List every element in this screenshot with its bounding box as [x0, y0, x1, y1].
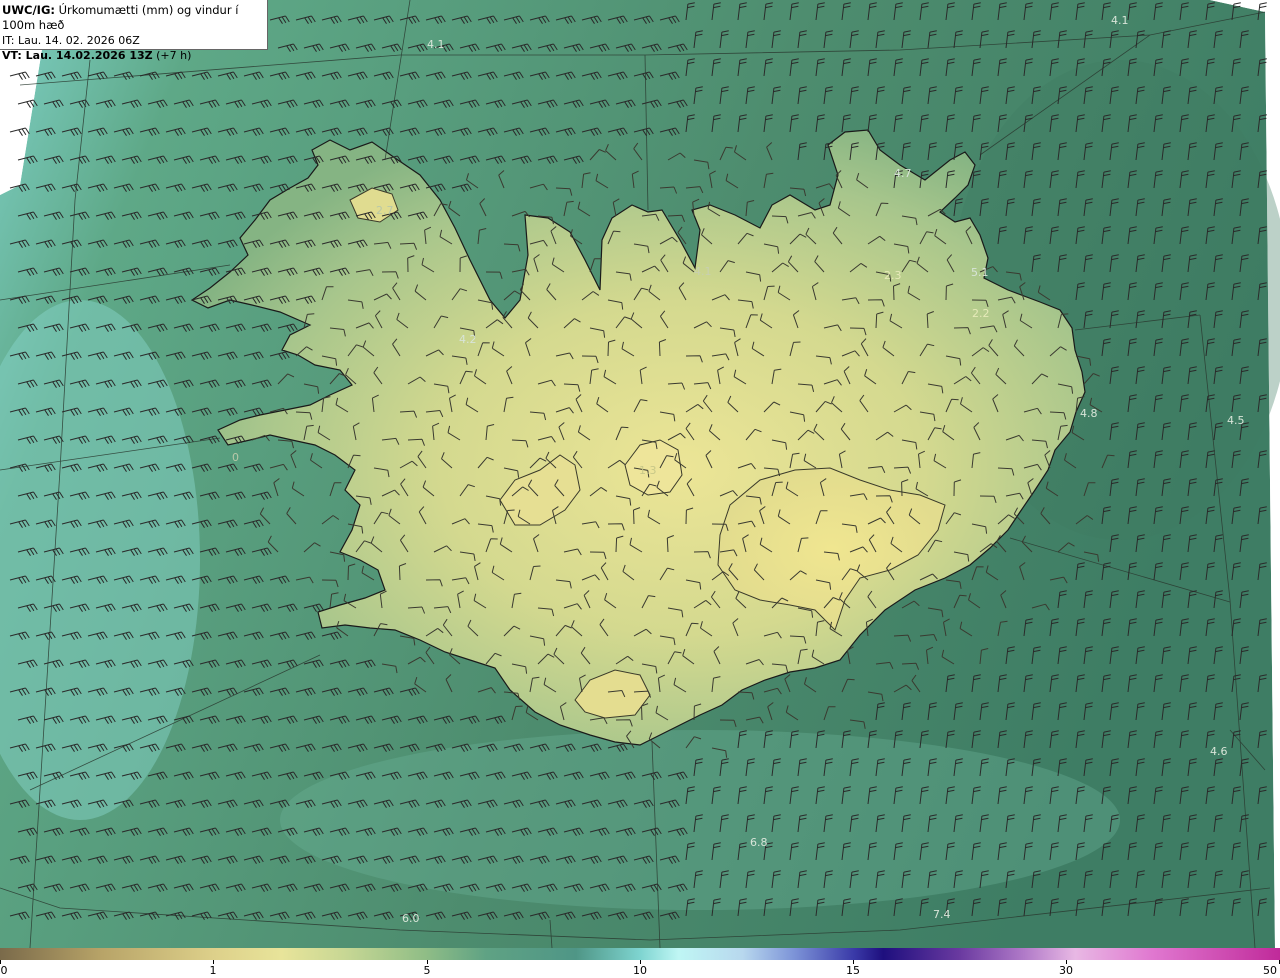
precipitation-wind-map: 4.1 4.1 4.7 2.7 4.1 2.3 5.1 2.2 4.2 4.8 …	[0, 0, 1280, 948]
height-label: 2.7	[376, 204, 394, 217]
height-label: 2.2	[972, 307, 990, 320]
height-label: 4.1	[1111, 14, 1129, 27]
colorbar-ticks: 0 1 5 10 15 30 50	[0, 960, 1280, 978]
colorbar-tick-label: 10	[633, 964, 647, 977]
height-label: 4.2	[459, 333, 477, 346]
precipitation-colorbar	[0, 948, 1280, 960]
map-header: UWC/IG: Úrkomumætti (mm) og vindur í 100…	[0, 0, 268, 62]
height-label: 4.5	[1227, 414, 1245, 427]
height-label: 4.1	[694, 265, 712, 278]
height-label: 4.8	[1080, 407, 1098, 420]
colorbar-tick-label: 1	[209, 964, 217, 977]
height-label: 6.8	[750, 836, 768, 849]
product-code: UWC/IG:	[2, 3, 55, 17]
valid-time-line: VT: Lau. 14.02.2026 13Z (+7 h)	[2, 48, 267, 63]
height-label: 0	[232, 451, 239, 464]
height-label: 2.3	[884, 269, 902, 282]
colorbar-tick-label: 50	[1263, 964, 1277, 977]
init-time-value: Lau. 14. 02. 2026 06Z	[14, 34, 140, 47]
height-label: 4.6	[1210, 745, 1228, 758]
height-label: 5.1	[971, 266, 989, 279]
height-label: 4.1	[427, 38, 445, 51]
colorbar-tick-label: 30	[1059, 964, 1073, 977]
colorbar-tick-label: 0	[0, 964, 8, 977]
title-line: UWC/IG: Úrkomumætti (mm) og vindur í 100…	[2, 3, 267, 33]
colorbar-tick-label: 15	[846, 964, 860, 977]
height-label: 6.0	[402, 912, 420, 925]
lead-time: (+7 h)	[152, 49, 192, 62]
height-label: 4.7	[894, 167, 912, 180]
height-label: 7.4	[933, 908, 951, 921]
init-time-line: IT: Lau. 14. 02. 2026 06Z	[2, 33, 267, 48]
valid-time-value: VT: Lau. 14.02.2026 13Z	[2, 49, 153, 62]
init-time-label: IT:	[2, 34, 15, 47]
sea-shade-south	[280, 730, 1120, 910]
height-label: 1.3	[639, 464, 657, 477]
colorbar-tick-label: 5	[423, 964, 431, 977]
